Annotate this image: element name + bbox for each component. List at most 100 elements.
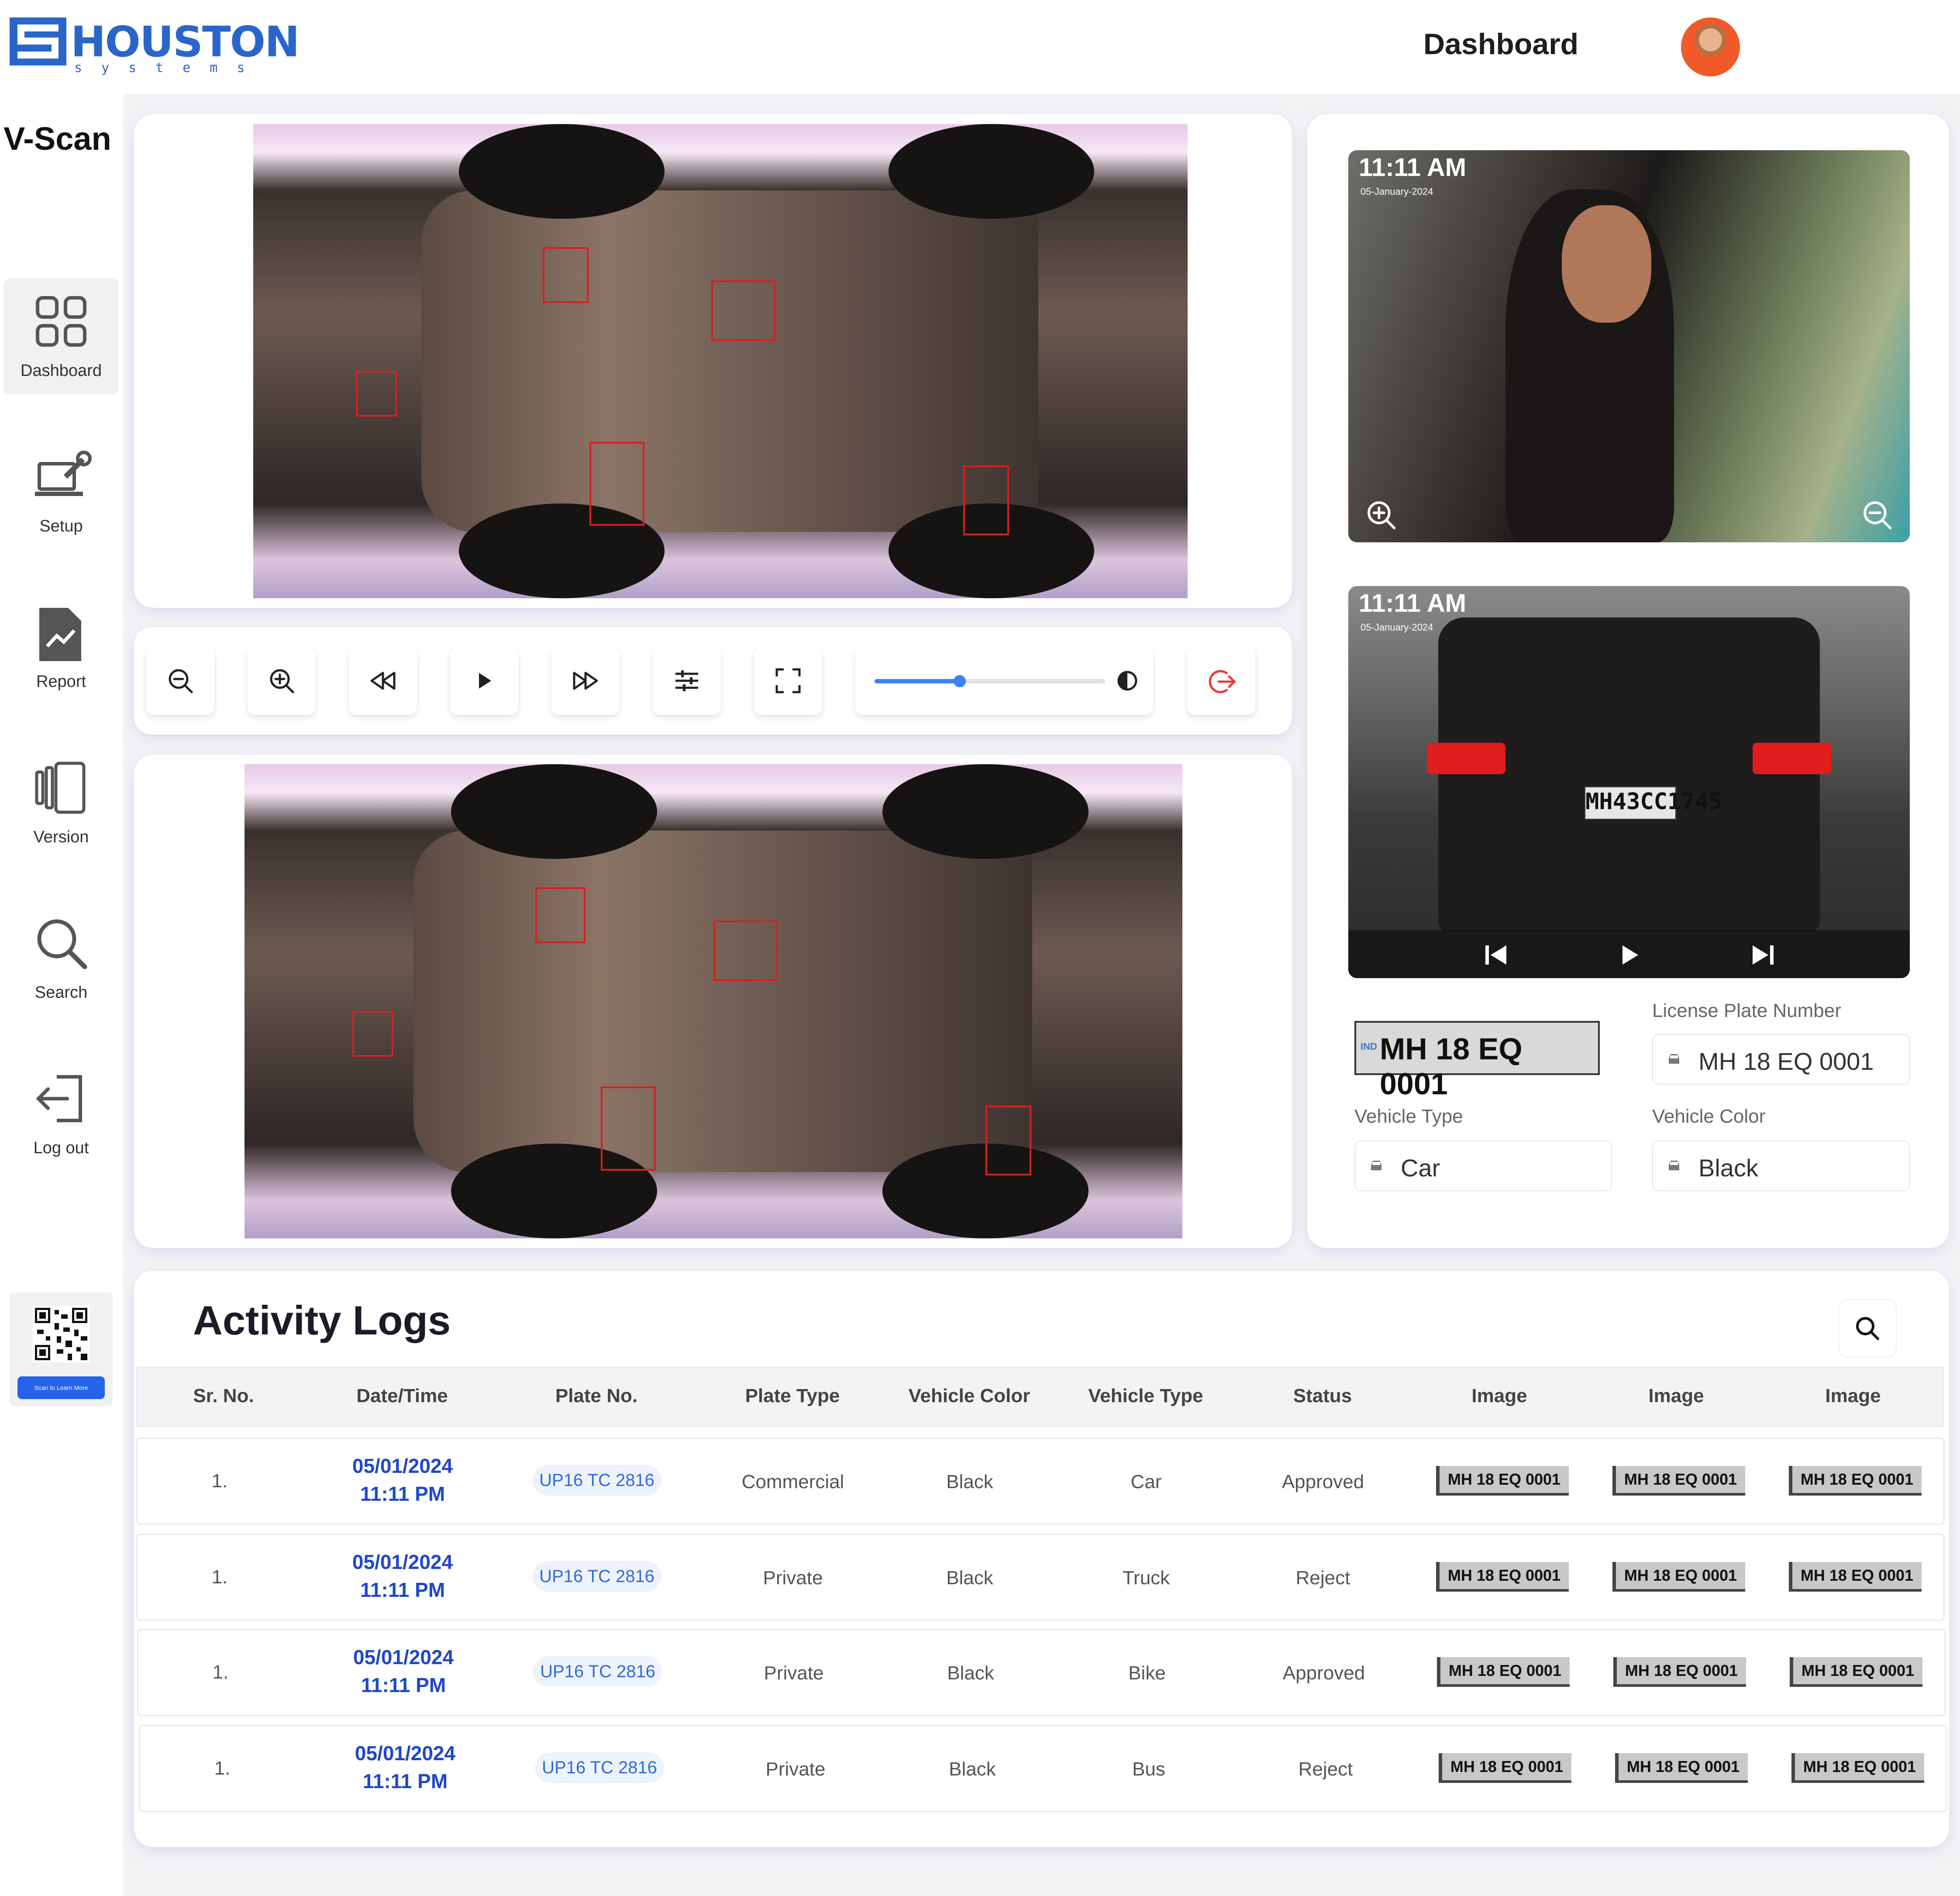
plate-number-badge[interactable]: UP16 TC 2816 xyxy=(532,1465,661,1496)
plate-number-badge[interactable]: UP16 TC 2816 xyxy=(532,1561,661,1592)
plate-country: IND xyxy=(1361,1041,1377,1052)
houston-logo[interactable]: HOUSTON systems xyxy=(10,17,300,76)
rewind-button[interactable] xyxy=(349,647,417,715)
play-icon[interactable] xyxy=(1616,942,1643,968)
row-plate-image[interactable]: MH 18 EQ 0001 xyxy=(1612,1562,1745,1592)
sidebar-item-logout[interactable]: Log out xyxy=(3,1056,119,1172)
table-row[interactable]: 1. 05/01/2024 11:11 PM UP16 TC 2816 Priva… xyxy=(137,1629,1946,1716)
zoom-in-icon[interactable] xyxy=(1366,500,1396,530)
sidebar-item-label: Search xyxy=(34,983,88,1002)
plate-image-text: MH 18 EQ 0001 xyxy=(1380,1032,1523,1101)
row-vehicle-type: Bus xyxy=(1132,1758,1165,1780)
undercarriage-image[interactable] xyxy=(245,764,1182,1238)
search-icon xyxy=(37,919,87,969)
table-row[interactable]: 1. 05/01/2024 11:11 PM UP16 TC 2816 Priva… xyxy=(136,1534,1945,1621)
vehicle-info-panel: 11:11 AM 05-January-2024 MH43CC1745 11:1… xyxy=(1307,114,1949,1248)
row-datetime: 05/01/2024 11:11 PM xyxy=(352,1551,453,1601)
column-header: Vehicle Type xyxy=(1088,1385,1203,1406)
sidebar-item-dashboard[interactable]: Dashboard xyxy=(3,279,119,395)
camera-time: 11:11 AM xyxy=(1359,589,1467,617)
fast-forward-button[interactable] xyxy=(551,647,620,715)
undercarriage-image[interactable] xyxy=(253,124,1188,598)
driver-camera-feed[interactable]: 11:11 AM 05-January-2024 xyxy=(1348,150,1910,542)
license-label: License Plate Number xyxy=(1652,1000,1841,1021)
column-header: Status xyxy=(1293,1385,1352,1406)
logo-subtext: systems xyxy=(74,60,264,76)
slider-fill xyxy=(875,679,960,683)
sidebar-item-setup[interactable]: Setup xyxy=(3,434,119,550)
row-plate-image[interactable]: MH 18 EQ 0001 xyxy=(1789,1466,1922,1496)
slider-handle[interactable] xyxy=(954,675,966,687)
row-vehicle-type: Truck xyxy=(1122,1567,1170,1589)
scan-to-learn-button[interactable]: Scan to Learn More xyxy=(17,1376,105,1399)
slider-track xyxy=(875,675,1105,687)
plate-image[interactable]: IND MH 18 EQ 0001 xyxy=(1354,1021,1600,1101)
adjust-button[interactable] xyxy=(653,647,721,715)
plate-number-badge[interactable]: UP16 TC 2816 xyxy=(535,1752,664,1783)
row-plate-type: Private xyxy=(763,1567,823,1589)
row-plate-image[interactable]: MH 18 EQ 0001 xyxy=(1436,1466,1569,1496)
sidebar-item-label: Setup xyxy=(39,517,83,535)
sidebar-item-label: Report xyxy=(36,672,86,691)
row-plate-image[interactable]: MH 18 EQ 0001 xyxy=(1436,1562,1569,1592)
table-row[interactable]: 1. 05/01/2024 11:11 PM UP16 TC 2816 Priva… xyxy=(139,1725,1947,1812)
logs-search-button[interactable] xyxy=(1838,1299,1897,1358)
rear-plate: MH43CC1745 xyxy=(1584,786,1722,820)
vehicle-color-value: Black xyxy=(1698,1154,1758,1182)
zoom-out-icon[interactable] xyxy=(1862,500,1892,530)
row-plate-type: Private xyxy=(764,1662,824,1684)
fullscreen-button[interactable] xyxy=(754,647,822,715)
sidebar-item-search[interactable]: Search xyxy=(3,900,119,1017)
adjust-icon xyxy=(675,670,698,691)
detection-box xyxy=(963,465,1009,535)
zoom-in-icon xyxy=(270,669,294,693)
row-sr-no: 1. xyxy=(214,1758,231,1779)
detection-box xyxy=(352,1010,393,1057)
user-avatar[interactable] xyxy=(1681,17,1740,76)
vehicle-color-field[interactable]: Black xyxy=(1652,1141,1910,1191)
rear-camera-feed[interactable]: MH43CC1745 11:11 AM 05-January-2024 xyxy=(1348,586,1910,978)
vehicle-color-label: Vehicle Color xyxy=(1652,1106,1766,1127)
row-plate-type: Private xyxy=(765,1758,826,1780)
vehicle-type-field[interactable]: Car xyxy=(1354,1141,1612,1191)
row-datetime: 05/01/2024 11:11 PM xyxy=(353,1646,454,1696)
license-field[interactable]: MH 18 EQ 0001 xyxy=(1652,1034,1910,1085)
rewind-icon xyxy=(370,672,396,690)
column-header: Vehicle Color xyxy=(908,1385,1030,1406)
contrast-icon xyxy=(1117,671,1137,691)
row-plate-image[interactable]: MH 18 EQ 0001 xyxy=(1437,1657,1570,1687)
row-status: Reject xyxy=(1298,1758,1353,1780)
detection-box xyxy=(589,441,645,526)
row-status: Reject xyxy=(1295,1567,1350,1589)
column-header: Plate Type xyxy=(745,1385,840,1406)
skip-back-icon[interactable] xyxy=(1483,942,1509,968)
row-plate-image[interactable]: MH 18 EQ 0001 xyxy=(1613,1657,1746,1687)
row-plate-image[interactable]: MH 18 EQ 0001 xyxy=(1612,1466,1745,1496)
scan-panel-bottom xyxy=(134,755,1292,1248)
row-plate-image[interactable]: MH 18 EQ 0001 xyxy=(1791,1753,1924,1783)
table-row[interactable]: 1. 05/01/2024 11:11 PM UP16 TC 2816 Comme… xyxy=(136,1438,1945,1525)
report-chart-icon xyxy=(39,608,81,661)
sidebar-item-report[interactable]: Report xyxy=(3,589,119,706)
row-plate-image[interactable]: MH 18 EQ 0001 xyxy=(1439,1753,1571,1783)
row-plate-image[interactable]: MH 18 EQ 0001 xyxy=(1790,1657,1922,1687)
brightness-slider[interactable] xyxy=(855,647,1153,715)
skip-forward-icon[interactable] xyxy=(1750,942,1776,968)
row-plate-image[interactable]: MH 18 EQ 0001 xyxy=(1789,1562,1922,1592)
qr-card[interactable]: Scan to Learn More xyxy=(10,1293,113,1406)
exit-icon xyxy=(1209,670,1236,693)
exit-button[interactable] xyxy=(1187,647,1255,715)
detection-box xyxy=(985,1105,1031,1176)
plate-number-badge[interactable]: UP16 TC 2816 xyxy=(533,1656,662,1687)
column-header: Image xyxy=(1471,1385,1527,1406)
play-button[interactable] xyxy=(450,647,518,715)
page-title: Dashboard xyxy=(1423,28,1579,61)
scan-panel-top xyxy=(134,114,1292,608)
zoom-out-button[interactable] xyxy=(146,647,214,715)
zoom-in-button[interactable] xyxy=(248,647,316,715)
app-title: V-Scan xyxy=(3,121,111,157)
sidebar-item-version[interactable]: Version xyxy=(3,745,119,861)
row-plate-image[interactable]: MH 18 EQ 0001 xyxy=(1615,1753,1748,1783)
grid-icon xyxy=(36,296,86,347)
vehicle-type-label: Vehicle Type xyxy=(1354,1106,1463,1127)
